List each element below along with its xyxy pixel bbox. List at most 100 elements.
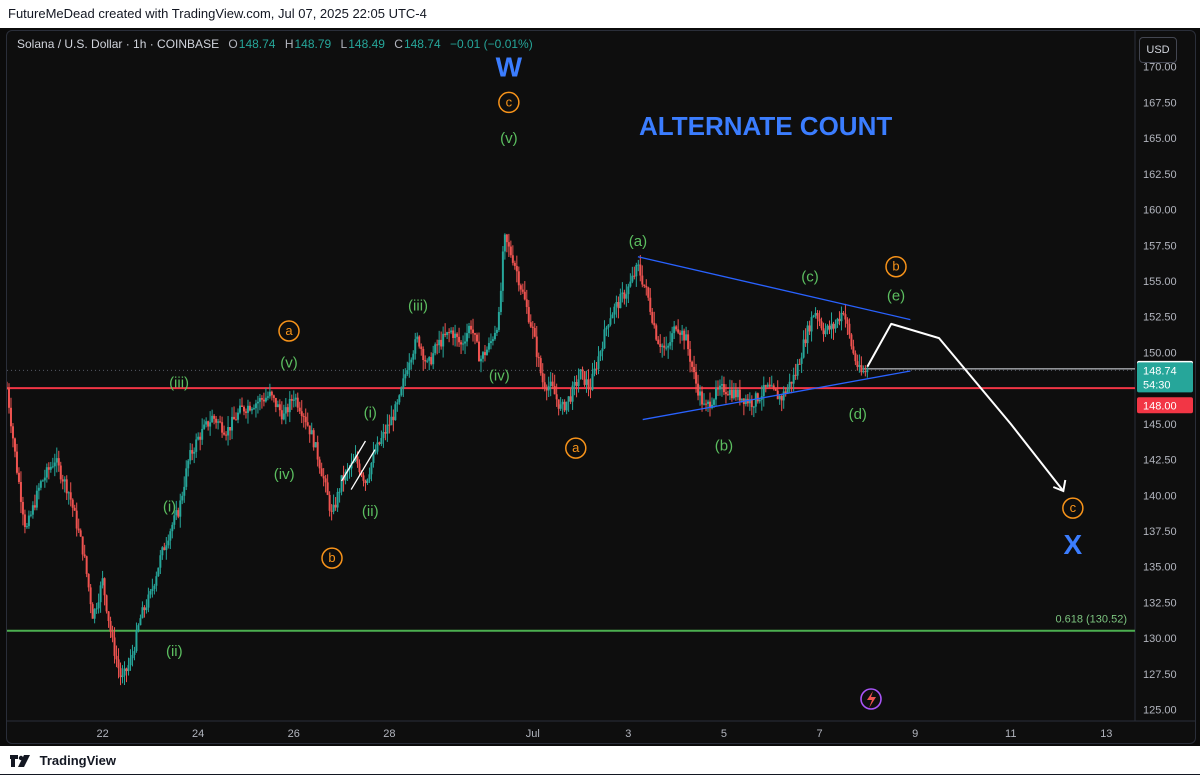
- candle-body: [89, 587, 92, 605]
- change-value: −0.01 (−0.01%): [449, 37, 533, 51]
- candle-body: [149, 591, 152, 595]
- candle-body: [388, 424, 391, 426]
- candle-body: [304, 416, 307, 423]
- candle-body: [322, 476, 325, 479]
- candle-body: [591, 373, 594, 390]
- candle-body: [338, 491, 341, 493]
- y-tick-label: 162.50: [1143, 169, 1177, 181]
- high-label: H: [284, 37, 294, 51]
- currency-button[interactable]: USD: [1139, 37, 1177, 63]
- wave-label-minor: (iv): [274, 466, 295, 483]
- candle-body: [758, 399, 761, 402]
- candle-body: [370, 463, 373, 475]
- candle-body: [812, 315, 815, 318]
- candle-body: [840, 312, 843, 322]
- candle-body: [519, 285, 522, 290]
- candle-body: [125, 668, 128, 672]
- candle-body: [790, 381, 793, 384]
- candle-body: [85, 556, 88, 574]
- candle-body: [818, 318, 821, 322]
- candle-body: [77, 528, 80, 531]
- candle-body: [39, 481, 42, 488]
- candle-body: [607, 324, 610, 328]
- candle-body: [850, 334, 853, 347]
- candle-body: [362, 475, 365, 481]
- candle-body: [854, 353, 857, 362]
- candle-body: [197, 436, 200, 440]
- candle-body: [306, 422, 309, 426]
- candle-body: [157, 567, 160, 577]
- candle-body: [310, 430, 313, 435]
- wave-label-minor: (v): [280, 354, 298, 371]
- candle-body: [141, 607, 144, 619]
- lightning-bolt-icon: [867, 691, 876, 708]
- candle-body: [67, 492, 70, 494]
- y-tick-label: 125.00: [1143, 705, 1177, 717]
- candle-body: [167, 540, 170, 546]
- candle-body: [450, 330, 453, 333]
- candle-body: [460, 342, 463, 345]
- candle-body: [187, 460, 190, 469]
- candle-body: [45, 467, 48, 478]
- candle-body: [396, 402, 399, 405]
- candle-body: [268, 391, 271, 397]
- candle-body: [794, 374, 797, 376]
- candle-body: [537, 356, 540, 359]
- candle-body: [233, 416, 236, 420]
- candle-body: [262, 399, 265, 402]
- candle-body: [300, 411, 303, 416]
- close-label: C: [394, 37, 403, 51]
- candle-body: [99, 585, 102, 603]
- candle-body: [454, 333, 457, 339]
- candle-body: [378, 442, 381, 444]
- candle-body: [270, 391, 273, 396]
- candle-body: [193, 451, 196, 454]
- candle-body: [822, 328, 825, 335]
- wave-label-minor: (i): [163, 499, 176, 516]
- candle-body: [535, 336, 538, 357]
- price-chart[interactable]: 125.00 127.50 130.00 132.50 135.00 137.50 140.…: [7, 31, 1195, 743]
- candle-body: [205, 421, 208, 425]
- x-tick-label: 26: [288, 728, 300, 740]
- wave-label-minor: (iii): [169, 374, 189, 391]
- triangle-trendline: [642, 370, 911, 421]
- candle-body: [693, 366, 696, 373]
- candle-body: [497, 311, 500, 330]
- candle-body: [328, 494, 331, 511]
- candle-body: [65, 479, 68, 494]
- candle-body: [211, 415, 214, 423]
- chart-frame[interactable]: 125.00 127.50 130.00 132.50 135.00 137.50 140.…: [6, 30, 1196, 744]
- candle-body: [292, 399, 295, 401]
- wave-label-circled: b: [892, 259, 899, 274]
- y-tick-label: 127.50: [1143, 669, 1177, 681]
- candle-body: [671, 333, 674, 343]
- candle-body: [320, 468, 323, 477]
- candle-body: [567, 396, 570, 402]
- candle-body: [810, 317, 813, 332]
- candle-body: [73, 507, 76, 511]
- candle-body: [643, 284, 646, 286]
- candle-body: [503, 234, 506, 252]
- candle-body: [635, 265, 638, 277]
- candle-body: [111, 631, 114, 638]
- candle-body: [699, 391, 702, 396]
- candle-body: [201, 428, 204, 440]
- chart-title: ALTERNATE COUNT: [639, 111, 892, 141]
- candle-body: [629, 281, 632, 287]
- x-tick-label: 22: [96, 728, 108, 740]
- candle-body: [119, 668, 122, 678]
- candle-body: [551, 381, 554, 386]
- candle-body: [820, 321, 823, 329]
- candle-body: [842, 312, 845, 315]
- candle-body: [458, 336, 461, 343]
- candle-body: [716, 387, 719, 390]
- candle-body: [366, 479, 369, 484]
- candle-body: [248, 405, 251, 411]
- candle-body: [227, 427, 230, 436]
- candle-body: [109, 621, 112, 632]
- candle-body: [75, 510, 78, 529]
- candle-body: [641, 275, 644, 285]
- candle-body: [597, 356, 600, 369]
- candle-body: [714, 387, 717, 400]
- footer-bar: TradingView: [0, 746, 1200, 774]
